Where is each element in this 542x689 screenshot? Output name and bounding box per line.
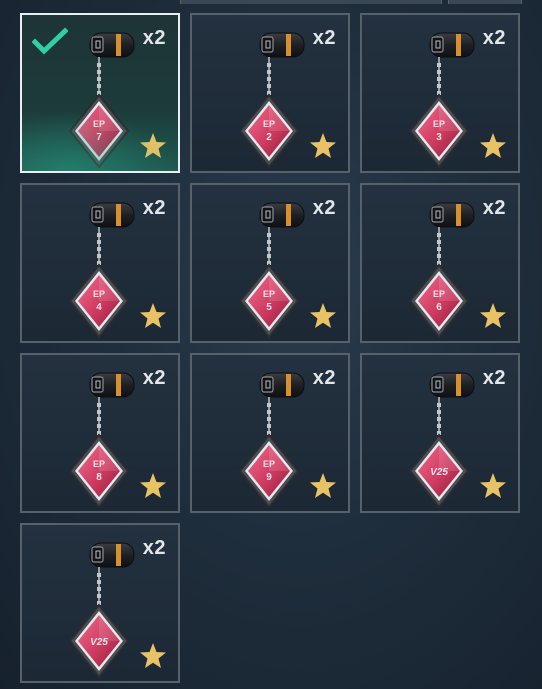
charm-icon: EP 2 — [238, 32, 305, 169]
item-tile[interactable]: EP 6 x2 — [360, 183, 520, 343]
star-icon[interactable] — [138, 641, 168, 671]
charm-icon: EP 4 — [68, 202, 135, 339]
item-tile[interactable]: EP 8 x2 — [20, 353, 180, 513]
quantity-label: x2 — [482, 27, 506, 49]
star-icon[interactable] — [308, 301, 338, 331]
charm-icon: EP 8 — [68, 372, 135, 509]
charm-label-top: EP — [93, 119, 105, 129]
charm-label-top: EP — [263, 119, 275, 129]
quantity-label: x2 — [312, 27, 336, 49]
charm-label-top: EP — [433, 289, 445, 299]
star-icon[interactable] — [308, 471, 338, 501]
charm-label-bottom: 2 — [266, 132, 272, 143]
quantity-label: x2 — [142, 27, 166, 49]
item-tile[interactable]: V25 x2 — [360, 353, 520, 513]
item-tile[interactable]: EP 2 x2 — [190, 13, 350, 173]
star-icon[interactable] — [138, 301, 168, 331]
quantity-label: x2 — [142, 537, 166, 559]
charm-label-top: EP — [93, 459, 105, 469]
quantity-label: x2 — [142, 367, 166, 389]
star-icon[interactable] — [478, 131, 508, 161]
charm-label-bottom: 3 — [436, 132, 442, 143]
item-tile[interactable]: EP 3 x2 — [360, 13, 520, 173]
charm-label-bottom: 8 — [96, 472, 102, 483]
quantity-label: x2 — [312, 367, 336, 389]
charm-label-top: V25 — [90, 637, 108, 648]
charm-label-bottom: 4 — [96, 302, 102, 313]
star-icon[interactable] — [138, 131, 168, 161]
quantity-label: x2 — [312, 197, 336, 219]
item-tile[interactable]: EP 9 x2 — [190, 353, 350, 513]
charm-label-top: V25 — [430, 467, 448, 478]
charm-icon: EP 3 — [408, 32, 475, 169]
item-tile[interactable]: EP 5 x2 — [190, 183, 350, 343]
charm-label-bottom: 5 — [266, 302, 272, 313]
charm-label-top: EP — [263, 459, 275, 469]
quantity-label: x2 — [142, 197, 166, 219]
item-tile[interactable]: EP 7 x2 — [20, 13, 180, 173]
charm-label-bottom: 7 — [96, 132, 102, 143]
top-edge-right — [448, 0, 522, 4]
charm-label-top: EP — [433, 119, 445, 129]
top-edge-left — [180, 0, 442, 4]
charm-icon: EP 5 — [238, 202, 305, 339]
item-tile[interactable]: V25 x2 — [20, 523, 180, 683]
charm-icon: EP 6 — [408, 202, 475, 339]
charm-label-bottom: 9 — [266, 472, 272, 483]
charm-icon: V25 — [68, 542, 135, 679]
charm-label-bottom: 6 — [436, 302, 442, 313]
quantity-label: x2 — [482, 367, 506, 389]
star-icon[interactable] — [478, 301, 508, 331]
charm-icon: V25 — [408, 372, 475, 509]
star-icon[interactable] — [478, 471, 508, 501]
gun-buddy-grid: EP 7 x2 EP 2 x2 EP 3 x2 EP 4 x2 EP 5 x2 EP 6 x2 EP 8 x2 EP 9 x2… — [20, 13, 520, 683]
charm-label-top: EP — [263, 289, 275, 299]
item-tile[interactable]: EP 4 x2 — [20, 183, 180, 343]
star-icon[interactable] — [138, 471, 168, 501]
charm-icon: EP 9 — [238, 372, 305, 509]
charm-icon: EP 7 — [68, 32, 135, 169]
charm-label-top: EP — [93, 289, 105, 299]
star-icon[interactable] — [308, 131, 338, 161]
quantity-label: x2 — [482, 197, 506, 219]
